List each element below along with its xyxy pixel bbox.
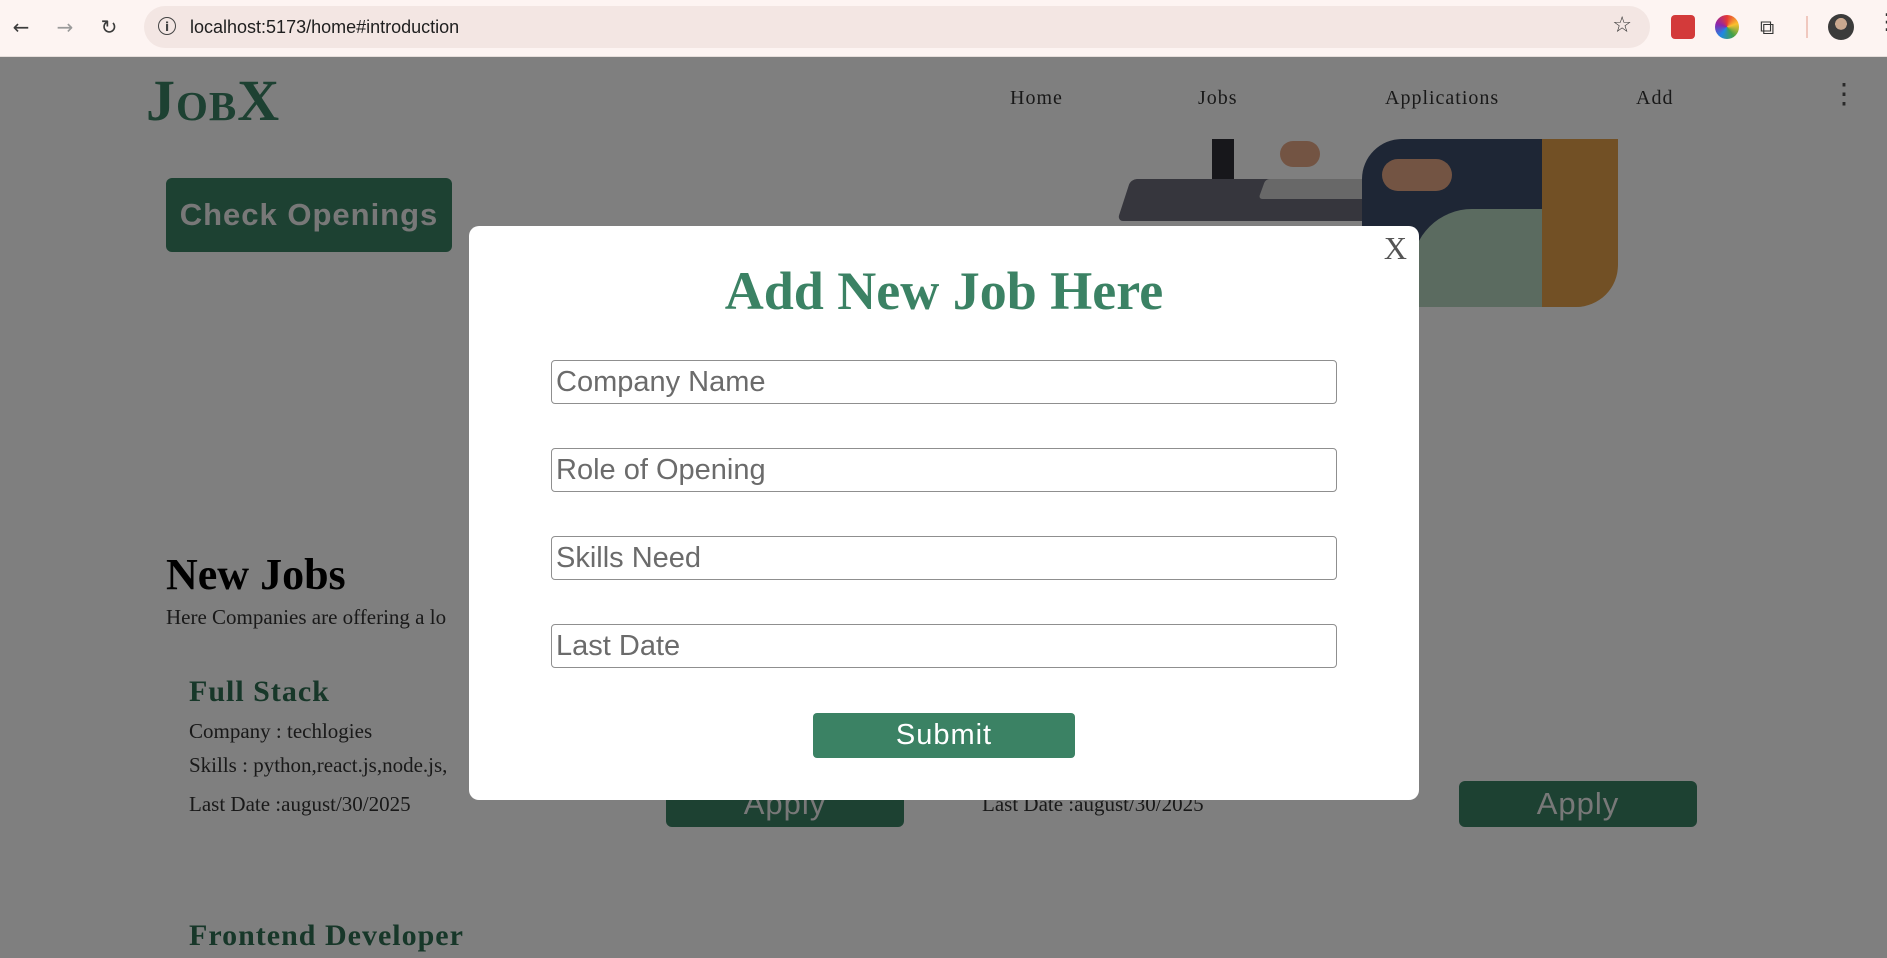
site-info-icon[interactable]: i — [158, 17, 176, 35]
modal-title: Add New Job Here — [724, 261, 1164, 321]
extension-icon[interactable] — [1671, 15, 1695, 39]
submit-button[interactable]: Submit — [813, 713, 1075, 758]
back-icon[interactable]: ← — [8, 14, 34, 40]
url-text[interactable]: localhost:5173/home#introduction — [190, 17, 459, 38]
profile-avatar[interactable] — [1828, 14, 1854, 40]
forward-icon[interactable]: → — [52, 14, 78, 40]
bookmark-star-icon[interactable]: ☆ — [1612, 13, 1632, 38]
reload-icon[interactable]: ↻ — [96, 14, 122, 40]
browser-menu-icon[interactable]: ⋮ — [1876, 10, 1887, 35]
color-picker-extension-icon[interactable] — [1715, 15, 1739, 39]
skills-input[interactable] — [551, 536, 1337, 580]
add-job-modal: X Add New Job Here Submit — [469, 226, 1419, 800]
address-bar[interactable]: i localhost:5173/home#introduction ☆ — [144, 6, 1650, 48]
role-input[interactable] — [551, 448, 1337, 492]
toolbar-divider — [1806, 16, 1808, 38]
extensions-puzzle-icon[interactable]: ⧉ — [1760, 15, 1784, 39]
last-date-input[interactable] — [551, 624, 1337, 668]
company-name-input[interactable] — [551, 360, 1337, 404]
browser-toolbar: ← → ↻ i localhost:5173/home#introduction… — [0, 0, 1887, 57]
